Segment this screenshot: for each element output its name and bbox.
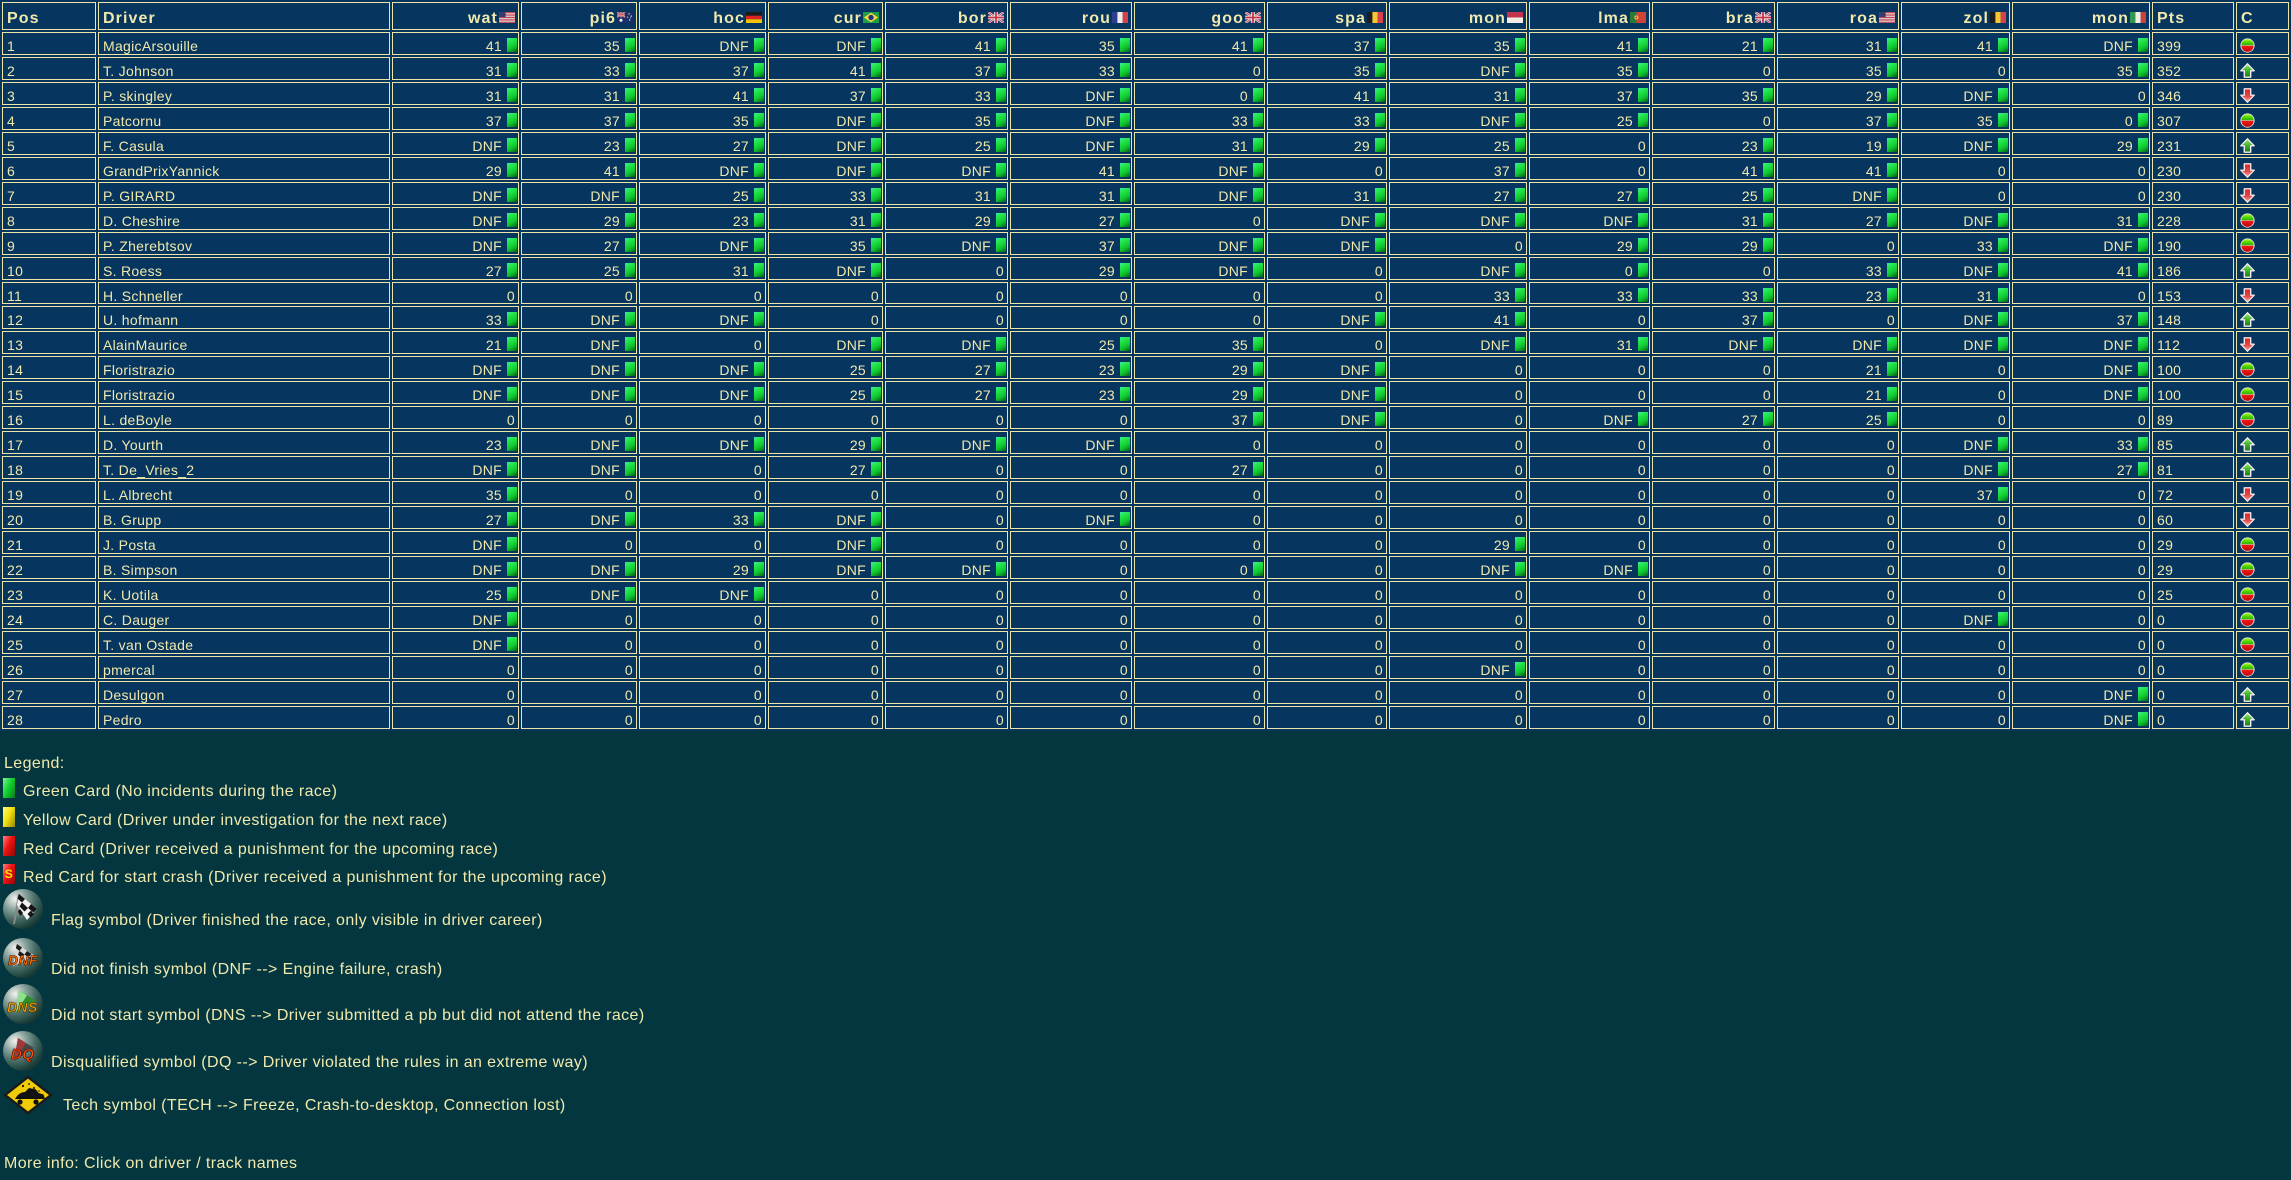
svg-text:DNS: DNS [7,999,38,1015]
svg-text:DNF: DNF [8,952,38,968]
svg-text:DQ: DQ [11,1046,34,1063]
